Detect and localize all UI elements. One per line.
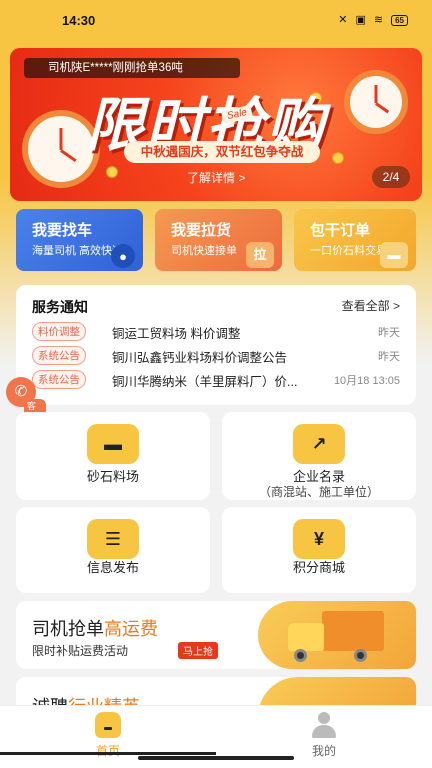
home-indicator [138, 756, 294, 760]
order-ticker: 司机陕E*****刚刚抢单36吨 [24, 58, 240, 78]
fixed-price-order-card[interactable]: 包干订单 一口价石料交易 ▬ [294, 209, 416, 271]
grid-sub-label: （商混站、施工单位） [258, 485, 379, 499]
notice-tag: 料价调整 [32, 322, 86, 341]
card-icon: ▬ [380, 242, 408, 268]
tab-label: 首页 [95, 744, 120, 758]
pull-badge-icon: 拉 [246, 242, 274, 268]
promo-title: 司机抢单高运费 [32, 619, 158, 639]
status-icons: ✕ ▣ ≋ 65 [338, 14, 408, 26]
promo-title-highlight: 高运费 [104, 619, 158, 639]
quarry-card[interactable]: ▬ 砂石料场 [16, 412, 210, 500]
tab-label: 我的 [311, 744, 336, 758]
truck-cab [288, 623, 324, 651]
truck-illustration [258, 601, 416, 669]
info-publish-card[interactable]: ☰ 信息发布 [16, 507, 210, 593]
truck-wheel [354, 649, 367, 662]
status-time: 14:30 [62, 13, 96, 28]
clipboard-icon: ☰ [87, 519, 139, 559]
notice-time: 昨天 [378, 327, 400, 339]
service-notice-panel: 服务通知 查看全部 > 料价调整 铜运工贸料场 料价调整 昨天 系统公告 铜川弘… [16, 285, 416, 405]
promo-subtitle: 限时补贴运费活动 [32, 644, 129, 658]
promo-banner[interactable]: 司机陕E*****刚刚抢单36吨 限时抢购 Sale 中秋遇国庆，双节红包争夺战… [10, 48, 422, 201]
quick-title: 我要找车 [32, 222, 93, 239]
haul-goods-card[interactable]: 我要拉货 司机快速接单 拉 [155, 209, 282, 271]
notice-item[interactable]: 系统公告 铜川华腾纳米（羊里屏料厂）价... 10月18 13:05 [32, 369, 400, 389]
notice-title: 服务通知 [32, 299, 88, 315]
truck-wheel [294, 649, 307, 662]
customer-service-button[interactable]: ✆ 客服 [2, 377, 46, 425]
driver-grab-order-promo[interactable]: 司机抢单高运费 限时补贴运费活动 马上抢 [16, 601, 416, 669]
alarm-clock-icon [344, 70, 408, 134]
view-all-link[interactable]: 查看全部 > [342, 297, 400, 314]
battery-icon: 65 [391, 14, 408, 26]
wifi-icon: ≋ [373, 14, 384, 26]
trend-chart-icon: ↗ [293, 424, 345, 464]
mute-icon: ✕ [338, 14, 348, 26]
location-pin-icon: ● [111, 244, 135, 268]
notice-text: 铜运工贸料场 料价调整 [112, 327, 241, 341]
truck-cargo [322, 611, 384, 651]
sim-icon: ▣ [355, 14, 366, 26]
quick-subtitle: 一口价石料交易 [310, 245, 387, 257]
banner-pager: 2/4 [372, 166, 410, 188]
quick-subtitle: 司机快速接单 [171, 245, 237, 257]
notice-text: 铜川弘鑫钙业料场料价调整公告 [112, 351, 288, 365]
banner-subtitle: 中秋遇国庆，双节红包争夺战 [124, 141, 320, 163]
grab-now-button[interactable]: 马上抢 [178, 642, 218, 659]
notice-time: 10月18 13:05 [333, 375, 400, 387]
notice-item[interactable]: 料价调整 铜运工贸料场 料价调整 昨天 [32, 321, 400, 341]
notice-time: 昨天 [378, 351, 400, 363]
status-bar: 14:30 ✕ ▣ ≋ 65 [0, 0, 432, 36]
home-icon [95, 712, 121, 738]
enterprise-directory-card[interactable]: ↗ 企业名录 （商混站、施工单位） [222, 412, 416, 500]
grid-label: 砂石料场 [86, 469, 139, 484]
banner-detail-link[interactable]: 了解详情 > [187, 169, 245, 186]
grid-label: 信息发布 [86, 560, 139, 575]
points-mall-card[interactable]: ¥ 积分商城 [222, 507, 416, 593]
notice-text: 铜川华腾纳米（羊里屏料厂）价... [112, 375, 298, 389]
quick-title: 我要拉货 [171, 222, 232, 239]
notice-item[interactable]: 系统公告 铜川弘鑫钙业料场料价调整公告 昨天 [32, 345, 400, 365]
tab-mine[interactable]: 我的 [284, 712, 364, 759]
user-icon [311, 712, 337, 738]
coin-icon [106, 166, 118, 178]
grid-label: 积分商城 [292, 560, 345, 575]
quick-subtitle: 海量司机 高效快速 [32, 245, 124, 257]
scroll-indicator [0, 752, 216, 755]
yen-ticket-icon: ¥ [293, 519, 345, 559]
store-icon: ▬ [87, 424, 139, 464]
quick-title: 包干订单 [310, 222, 371, 239]
notice-tag: 系统公告 [32, 346, 86, 365]
find-truck-card[interactable]: 我要找车 海量司机 高效快速 ● [16, 209, 143, 271]
coin-icon [332, 152, 344, 164]
